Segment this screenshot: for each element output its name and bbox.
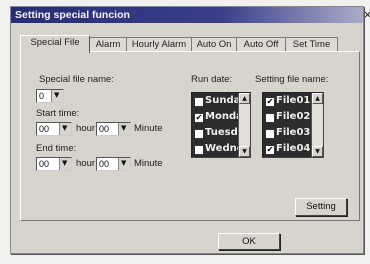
end-hour-unit: hour	[76, 158, 96, 169]
ok-button[interactable]: OK	[218, 233, 280, 250]
scroll-down-icon[interactable]: ▼	[312, 146, 323, 157]
scroll-down-icon[interactable]: ▼	[239, 146, 250, 157]
tab-special-file[interactable]: Special File	[20, 35, 90, 53]
setting-file-item-label: File04	[276, 143, 311, 154]
end-minute-unit: Minute	[134, 158, 163, 169]
tab-alarm[interactable]: Alarm	[89, 37, 127, 52]
start-hour-select[interactable]: 00 ▼	[36, 122, 72, 136]
setting-file-scrollbar[interactable]: ▲ ▼	[311, 93, 323, 157]
tab-auto-off[interactable]: Auto Off	[236, 37, 286, 52]
start-minute-select[interactable]: 00 ▼	[96, 122, 131, 136]
checkbox[interactable]	[194, 145, 204, 155]
checkbox[interactable]: ✔	[265, 145, 275, 155]
setting-button[interactable]: Setting	[295, 198, 347, 216]
run-date-list[interactable]: WednesdayTuesday✔MondaySunday ▲ ▼	[191, 92, 251, 158]
tab-hourly-alarm[interactable]: Hourly Alarm	[126, 37, 192, 52]
start-hour-value: 00	[39, 124, 50, 134]
dialog-window: Setting special funcion × Special File A…	[10, 6, 370, 254]
scroll-up-icon[interactable]: ▲	[312, 93, 323, 104]
chevron-down-icon: ▼	[121, 159, 127, 167]
scroll-up-icon[interactable]: ▲	[239, 93, 250, 104]
setting-file-list[interactable]: ✔ File04 File03 File02 ✔ File01 ▲ ▼	[262, 92, 324, 158]
setting-file-name-label: Setting file name:	[255, 74, 329, 85]
tab-set-time[interactable]: Set Time	[285, 37, 338, 52]
end-hour-value: 00	[39, 159, 50, 169]
dropdown-button[interactable]: ▼	[59, 158, 71, 170]
checkbox[interactable]	[265, 129, 275, 139]
end-hour-select[interactable]: 00 ▼	[36, 157, 72, 171]
window-title: Setting special funcion	[15, 9, 130, 21]
run-date-label: Run date:	[191, 74, 233, 85]
chevron-down-icon: ▼	[54, 91, 60, 99]
start-time-label: Start time:	[36, 108, 80, 119]
start-minute-unit: Minute	[134, 123, 163, 134]
setting-file-item-label: File02	[276, 111, 311, 122]
chevron-down-icon: ▼	[62, 159, 68, 167]
run-date-scrollbar[interactable]: ▲ ▼	[238, 93, 250, 157]
dropdown-button[interactable]: ▼	[118, 158, 130, 170]
checkbox[interactable]: ✔	[265, 97, 275, 107]
dropdown-button[interactable]: ▼	[59, 123, 71, 135]
chevron-down-icon: ▼	[121, 124, 127, 132]
special-file-panel: Special file name: 0 ▼ Start time: 00 ▼ …	[20, 51, 360, 221]
checkbox[interactable]	[194, 97, 204, 107]
dropdown-button[interactable]: ▼	[51, 90, 63, 102]
chevron-down-icon: ▼	[62, 124, 68, 132]
close-icon[interactable]: ×	[363, 7, 370, 23]
setting-file-item-label: File01	[276, 95, 311, 106]
checkbox[interactable]	[194, 129, 204, 139]
dropdown-button[interactable]: ▼	[118, 123, 130, 135]
checkbox[interactable]	[265, 113, 275, 123]
end-minute-select[interactable]: 00 ▼	[96, 157, 131, 171]
special-file-name-select[interactable]: 0 ▼	[36, 89, 64, 103]
end-time-label: End time:	[36, 143, 77, 154]
setting-file-item-label: File03	[276, 127, 311, 138]
start-hour-unit: hour	[76, 123, 96, 134]
special-file-name-label: Special file name:	[39, 74, 114, 85]
tab-auto-on[interactable]: Auto On	[191, 37, 237, 52]
checkbox[interactable]: ✔	[194, 113, 204, 123]
title-bar: Setting special funcion	[11, 7, 363, 23]
start-minute-value: 00	[99, 124, 110, 134]
end-minute-value: 00	[99, 159, 110, 169]
special-file-name-value: 0	[39, 91, 45, 101]
